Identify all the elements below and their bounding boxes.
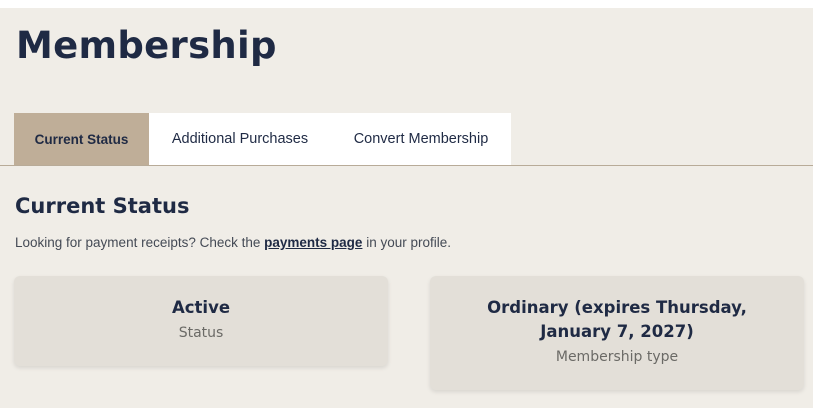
section-title: Current Status [15, 194, 190, 218]
membership-page: Membership Current Status Additional Pur… [0, 0, 813, 408]
payments-page-link[interactable]: payments page [264, 235, 362, 250]
membership-type-label: Membership type [555, 349, 679, 365]
top-strip [0, 0, 813, 8]
tab-current-status[interactable]: Current Status [14, 113, 149, 165]
status-value: Active [171, 298, 231, 317]
tab-convert-membership[interactable]: Convert Membership [331, 113, 511, 165]
tab-bar: Current Status Additional Purchases Conv… [14, 113, 511, 165]
payment-receipts-info: Looking for payment receipts? Check the … [15, 235, 451, 250]
tab-divider [0, 165, 813, 166]
info-prefix: Looking for payment receipts? Check the [15, 235, 265, 250]
page-title: Membership [16, 24, 277, 67]
membership-type-value: Ordinary (expires Thursday, January 7, 2… [487, 298, 747, 341]
tab-additional-purchases[interactable]: Additional Purchases [149, 113, 331, 165]
status-card: Active Status [14, 276, 388, 366]
membership-type-card: Ordinary (expires Thursday, January 7, 2… [430, 276, 804, 390]
status-label: Status [178, 325, 224, 341]
info-suffix: in your profile. [362, 235, 451, 250]
